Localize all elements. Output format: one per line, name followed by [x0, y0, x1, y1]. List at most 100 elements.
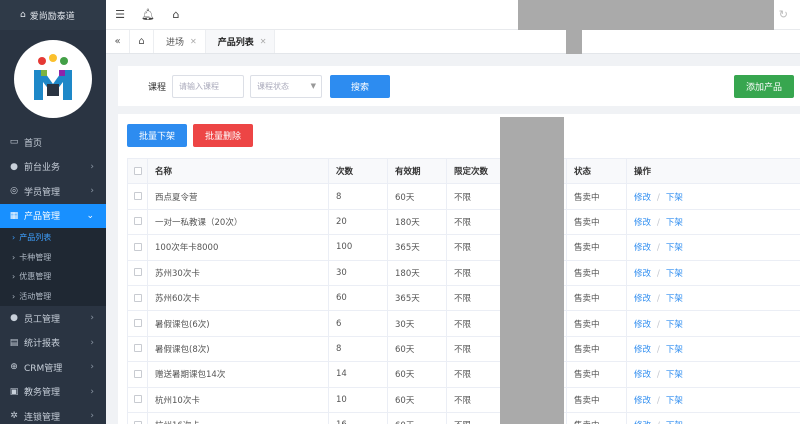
brand-title: 爱尚励泰道	[29, 11, 75, 22]
sidebar-item-label: CRM管理	[24, 363, 63, 374]
sidebar-item-staff[interactable]: ● 员工管理 ›	[0, 306, 106, 331]
brand-logo	[14, 40, 92, 118]
column-header-validity[interactable]: 有效期	[387, 157, 447, 185]
sidebar-subitem-discounts[interactable]: › 优惠管理	[0, 267, 106, 287]
off-shelf-link[interactable]: 下架	[666, 320, 683, 330]
edit-link[interactable]: 修改	[634, 243, 651, 253]
sidebar-item-home[interactable]: ▭ 首页	[0, 130, 106, 155]
cell-validity: 60天	[387, 361, 447, 388]
sidebar-item-label: 前台业务	[24, 163, 61, 174]
select-all-checkbox[interactable]	[127, 157, 148, 185]
cell-validity: 180天	[387, 209, 447, 236]
off-shelf-link[interactable]: 下架	[666, 269, 683, 279]
off-shelf-link[interactable]: 下架	[666, 370, 683, 380]
row-checkbox[interactable]	[127, 209, 148, 236]
tab-product-list[interactable]: 产品列表 ✕	[205, 30, 276, 53]
cell-actions: 修改 / 下架	[626, 234, 800, 261]
edit-link[interactable]: 修改	[634, 193, 651, 203]
cell-name: 暑假课包(8次)	[147, 336, 329, 363]
row-checkbox[interactable]	[127, 336, 148, 363]
cell-validity: 60天	[387, 183, 447, 210]
table-row: 苏州60次卡 60 365天 不限 售卖中 修改 / 下架	[127, 285, 800, 312]
off-shelf-link[interactable]: 下架	[666, 294, 683, 304]
edit-link[interactable]: 修改	[634, 345, 651, 355]
cell-status: 售卖中	[566, 412, 627, 424]
off-shelf-link[interactable]: 下架	[666, 218, 683, 228]
course-status-select[interactable]: 课程状态 ▼	[250, 74, 323, 98]
edit-link[interactable]: 修改	[634, 320, 651, 330]
logo-area	[0, 30, 106, 128]
refresh-icon[interactable]: ↻	[779, 8, 788, 21]
off-shelf-link[interactable]: 下架	[666, 396, 683, 406]
sidebar-subitem-label: 活动管理	[19, 291, 52, 301]
off-shelf-link[interactable]: 下架	[666, 193, 683, 203]
chevron-right-icon: ›	[90, 337, 94, 348]
sidebar-item-products[interactable]: ▦ 产品管理 ⌄	[0, 203, 106, 228]
edit-link[interactable]: 修改	[634, 269, 651, 279]
sidebar-subitem-activities[interactable]: › 活动管理	[0, 287, 106, 307]
batch-delete-button[interactable]: 批量删除	[193, 124, 253, 147]
cell-name: 西点夏令营	[147, 183, 329, 210]
cell-name: 杭州16次卡	[147, 412, 329, 424]
table-row: 暑假课包(8次) 8 60天 不限 售卖中 修改 / 下架	[127, 336, 800, 363]
row-checkbox[interactable]	[127, 260, 148, 286]
column-header-count[interactable]: 次数	[328, 157, 388, 185]
sidebar-item-label: 连锁管理	[24, 412, 61, 423]
close-icon[interactable]: ✕	[190, 37, 197, 46]
brand[interactable]: ⌂ 爱尚励泰道	[0, 0, 106, 30]
bell-icon[interactable]: 🔔︎	[134, 8, 162, 21]
edit-link[interactable]: 修改	[634, 294, 651, 304]
close-icon[interactable]: ✕	[260, 37, 267, 46]
cell-count: 8	[328, 183, 388, 210]
table-body: 西点夏令营 8 60天 不限 售卖中 修改 / 下架 一对一私教课（20次） 20 180天 不限 售卖…	[127, 183, 800, 424]
product-list-panel: 批量下架 批量删除 名称 次数 有效期 限定次数 状态 操作 西点夏令营 8 6…	[118, 114, 800, 424]
separator: /	[657, 395, 660, 406]
row-checkbox[interactable]	[127, 310, 148, 337]
cell-actions: 修改/下架	[626, 361, 800, 388]
cell-actions: 修改/下架	[626, 412, 800, 424]
chevron-right-icon: ›	[90, 411, 94, 422]
row-checkbox[interactable]	[127, 183, 148, 210]
double-chevron-left-icon[interactable]: «	[106, 30, 130, 53]
sidebar-item-reports[interactable]: ▤ 统计报表 ›	[0, 331, 106, 356]
tab-bar: « ⌂ 进场 ✕ 产品列表 ✕	[106, 30, 800, 54]
column-header-status[interactable]: 状态	[566, 157, 627, 185]
row-checkbox[interactable]	[127, 361, 148, 388]
sidebar-subitem-product-list[interactable]: › 产品列表	[0, 228, 106, 248]
sidebar-item-academic[interactable]: ▣ 教务管理 ›	[0, 380, 106, 405]
separator: /	[657, 243, 660, 254]
search-panel: 课程 请输入课程 课程状态 ▼ 搜索 添加产品	[118, 66, 800, 106]
table-header-row: 名称 次数 有效期 限定次数 状态 操作	[127, 157, 800, 185]
off-shelf-link[interactable]: 下架	[666, 345, 683, 355]
row-checkbox[interactable]	[127, 387, 148, 413]
column-header-name[interactable]: 名称	[147, 157, 329, 185]
edit-link[interactable]: 修改	[634, 396, 651, 406]
row-checkbox[interactable]	[127, 285, 148, 312]
redacted-area	[500, 117, 564, 424]
edit-link[interactable]: 修改	[634, 370, 651, 380]
menu-toggle-icon[interactable]: ☰	[106, 8, 134, 21]
tag-icon[interactable]: ⌂	[162, 8, 190, 21]
cell-status: 售卖中	[566, 387, 627, 413]
course-search-input[interactable]: 请输入课程	[172, 74, 245, 98]
row-checkbox[interactable]	[127, 412, 148, 424]
sidebar-item-front-desk[interactable]: ● 前台业务 ›	[0, 155, 106, 180]
row-checkbox[interactable]	[127, 234, 148, 261]
search-button[interactable]: 搜索	[330, 74, 391, 98]
sidebar-subitem-card-types[interactable]: › 卡种管理	[0, 248, 106, 268]
separator: /	[657, 344, 660, 355]
sidebar-item-students[interactable]: ◎ 学员管理 ›	[0, 179, 106, 204]
off-shelf-link[interactable]: 下架	[666, 243, 683, 253]
sidebar-item-chain[interactable]: ✲ 连锁管理 ›	[0, 404, 106, 424]
sidebar-item-label: 学员管理	[24, 187, 61, 198]
add-product-button[interactable]: 添加产品	[734, 74, 794, 98]
tab-entry[interactable]: 进场 ✕	[154, 30, 206, 53]
sidebar-item-crm[interactable]: ⊕ CRM管理 ›	[0, 355, 106, 380]
home-tab-icon[interactable]: ⌂	[130, 30, 154, 53]
tab-label: 产品列表	[217, 38, 254, 48]
redacted-area	[518, 0, 774, 30]
batch-off-shelf-button[interactable]: 批量下架	[127, 124, 187, 147]
chevron-right-icon: ›	[90, 362, 94, 373]
edit-link[interactable]: 修改	[634, 218, 651, 228]
cell-status: 售卖中	[566, 361, 627, 388]
